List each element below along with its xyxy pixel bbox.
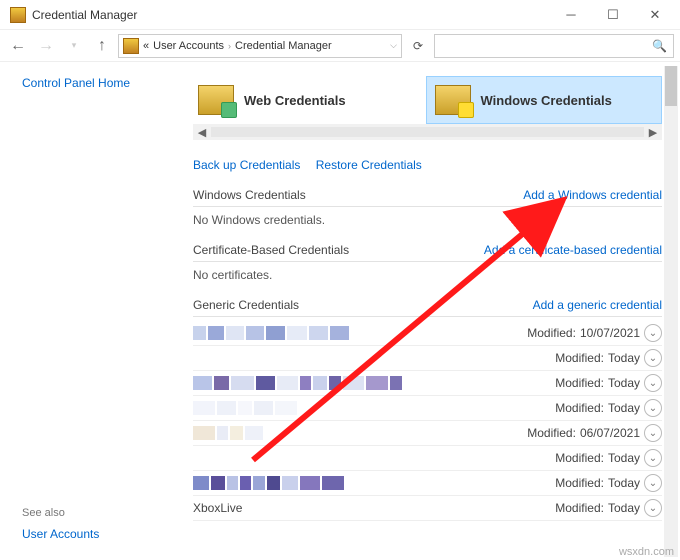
sidebar: Control Panel Home See also User Account… — [0, 62, 193, 559]
app-icon — [10, 7, 26, 23]
credential-row[interactable]: Modified:10/07/2021 ⌄ — [193, 321, 662, 346]
cert-empty-text: No certificates. — [193, 262, 662, 282]
section-title-cert: Certificate-Based Credentials — [193, 243, 349, 257]
expand-icon[interactable]: ⌄ — [644, 324, 662, 342]
toolbar: ← → ▾ ↑ « User Accounts › Credential Man… — [0, 30, 680, 62]
watermark: wsxdn.com — [619, 546, 674, 558]
credential-name — [193, 326, 527, 340]
credential-name — [193, 351, 555, 365]
control-panel-home-link[interactable]: Control Panel Home — [22, 76, 193, 90]
recent-dropdown[interactable]: ▾ — [62, 34, 86, 58]
vertical-scrollbar[interactable] — [664, 66, 678, 557]
credential-row[interactable]: XboxLiveModified:Today ⌄ — [193, 496, 662, 521]
expand-icon[interactable]: ⌄ — [644, 374, 662, 392]
credential-row[interactable]: Modified:Today ⌄ — [193, 471, 662, 496]
credential-row[interactable]: Modified:Today ⌄ — [193, 396, 662, 421]
credential-name — [193, 476, 555, 490]
address-dropdown-icon[interactable]: ⌵ — [388, 40, 399, 51]
expand-icon[interactable]: ⌄ — [644, 349, 662, 367]
credential-name: XboxLive — [193, 501, 555, 515]
expand-icon[interactable]: ⌄ — [644, 424, 662, 442]
scroll-track[interactable] — [211, 127, 644, 137]
windows-empty-text: No Windows credentials. — [193, 207, 662, 227]
modified-label: Modified:Today — [555, 376, 640, 390]
credential-row[interactable]: Modified:Today ⌄ — [193, 371, 662, 396]
window-title: Credential Manager — [32, 8, 550, 22]
add-generic-credential-link[interactable]: Add a generic credential — [533, 298, 662, 312]
scroll-left-icon[interactable]: ◀ — [193, 126, 211, 139]
credential-row[interactable]: Modified:Today ⌄ — [193, 446, 662, 471]
credential-name — [193, 401, 555, 415]
safe-icon — [198, 85, 234, 115]
credential-name — [193, 451, 555, 465]
maximize-button[interactable]: ☐ — [592, 1, 634, 29]
section-title-generic: Generic Credentials — [193, 298, 299, 312]
add-cert-credential-link[interactable]: Add a certificate-based credential — [484, 243, 662, 257]
tab-scrollbar[interactable]: ◀ ▶ — [193, 124, 662, 140]
search-icon: 🔍 — [652, 39, 667, 53]
credential-row[interactable]: Modified:06/07/2021 ⌄ — [193, 421, 662, 446]
tab-windows-credentials[interactable]: Windows Credentials — [426, 76, 663, 124]
modified-label: Modified:Today — [555, 451, 640, 465]
refresh-button[interactable]: ⟳ — [406, 34, 430, 58]
expand-icon[interactable]: ⌄ — [644, 399, 662, 417]
address-icon — [123, 38, 139, 54]
up-button[interactable]: ↑ — [90, 34, 114, 58]
breadcrumb-user-accounts[interactable]: User Accounts — [151, 40, 226, 52]
main-panel: Web Credentials Windows Credentials ◀ ▶ … — [193, 62, 680, 559]
tab-web-label: Web Credentials — [244, 93, 346, 108]
add-windows-credential-link[interactable]: Add a Windows credential — [523, 188, 662, 202]
title-bar: Credential Manager ─ ☐ ✕ — [0, 0, 680, 30]
breadcrumb-root[interactable]: « — [141, 40, 151, 52]
user-accounts-link[interactable]: User Accounts — [22, 527, 193, 541]
modified-label: Modified:10/07/2021 — [527, 326, 640, 340]
safe-icon — [435, 85, 471, 115]
modified-label: Modified:Today — [555, 351, 640, 365]
expand-icon[interactable]: ⌄ — [644, 499, 662, 517]
modified-label: Modified:06/07/2021 — [527, 426, 640, 440]
tab-win-label: Windows Credentials — [481, 93, 612, 108]
breadcrumb-credential-manager[interactable]: Credential Manager — [233, 40, 334, 52]
back-button[interactable]: ← — [6, 34, 30, 58]
tab-web-credentials[interactable]: Web Credentials — [193, 76, 426, 124]
minimize-button[interactable]: ─ — [550, 1, 592, 29]
section-title-windows: Windows Credentials — [193, 188, 306, 202]
scroll-right-icon[interactable]: ▶ — [644, 126, 662, 139]
expand-icon[interactable]: ⌄ — [644, 449, 662, 467]
search-box[interactable]: 🔍 — [434, 34, 674, 58]
close-button[interactable]: ✕ — [634, 1, 676, 29]
scrollbar-thumb[interactable] — [665, 66, 677, 106]
address-bar[interactable]: « User Accounts › Credential Manager ⌵ — [118, 34, 402, 58]
modified-label: Modified:Today — [555, 401, 640, 415]
modified-label: Modified:Today — [555, 501, 640, 515]
backup-credentials-link[interactable]: Back up Credentials — [193, 158, 300, 172]
credential-name — [193, 426, 527, 440]
credential-row[interactable]: Modified:Today ⌄ — [193, 346, 662, 371]
see-also-label: See also — [22, 507, 193, 519]
forward-button[interactable]: → — [34, 34, 58, 58]
restore-credentials-link[interactable]: Restore Credentials — [316, 158, 422, 172]
modified-label: Modified:Today — [555, 476, 640, 490]
expand-icon[interactable]: ⌄ — [644, 474, 662, 492]
credential-name — [193, 376, 555, 390]
chevron-right-icon[interactable]: › — [226, 41, 233, 51]
